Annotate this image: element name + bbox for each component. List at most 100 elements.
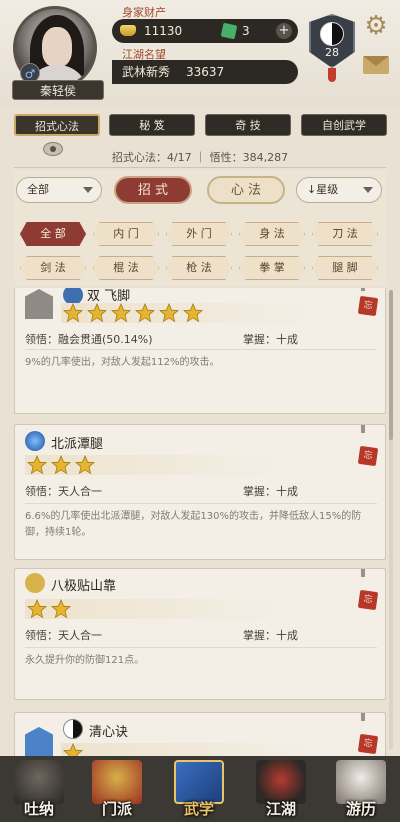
star-icon (111, 303, 131, 323)
nav-label: 门派 (101, 800, 132, 818)
skill-description: 9%的几率使出，对敌人发起112%的攻击。 (25, 357, 220, 368)
nav-travel[interactable]: 游历 (330, 760, 392, 818)
tassel-decoration (328, 68, 336, 82)
jade-icon (220, 22, 238, 40)
divider (14, 167, 386, 168)
star-rating (25, 599, 277, 619)
reputation-title: 武林新秀 (122, 65, 171, 79)
pin-decoration (361, 425, 365, 433)
tab-moves-methods[interactable]: 招式心法 (14, 114, 100, 136)
pin-decoration (361, 288, 365, 291)
chip-staff[interactable]: 棍 法 (93, 256, 159, 280)
mastery-text: 掌握：十成 (243, 629, 298, 642)
nav-label: 武学 (183, 800, 214, 818)
skill-card[interactable]: 北派潭腿 忘 领悟：天人合一 掌握：十成 6.6%的几率使出北派潭腿，对敌人发起… (14, 424, 386, 560)
star-icon (183, 303, 203, 323)
nav-martial-arts[interactable]: 武学 (168, 760, 230, 818)
skill-list[interactable]: 双 飞脚 忘 领悟：融会贯通(50.14%) 掌握：十成 9%的几率使出，对敌人… (14, 288, 386, 758)
assets-label: 身家财产 (122, 6, 166, 19)
skill-card[interactable]: 八极贴山靠 忘 领悟：天人合一 掌握：十成 永久提升你的防御121点。 (14, 568, 386, 700)
nav-label: 江湖 (265, 800, 296, 818)
skill-card[interactable]: 清心诀 忘 (14, 712, 386, 758)
star-icon (135, 303, 155, 323)
gold-amount: 11130 (144, 24, 183, 38)
nav-label: 游历 (345, 800, 376, 818)
star-icon (87, 303, 107, 323)
pin-decoration (361, 569, 365, 577)
tab-secret-manuals[interactable]: 秘 笈 (109, 114, 195, 136)
methods-type-button[interactable]: 心 法 (207, 176, 285, 204)
gear-icon[interactable]: ⚙ (362, 12, 390, 40)
chevron-down-icon (363, 187, 373, 193)
yin-yang-icon (320, 22, 344, 46)
tab-special-skills[interactable]: 奇 技 (205, 114, 291, 136)
star-icon (27, 455, 47, 475)
moves-type-button[interactable]: 招 式 (114, 176, 192, 204)
skill-stats: 招式心法：4/17 ｜ 悟性：384,287 (111, 151, 289, 164)
gold-ingot-icon (120, 25, 136, 36)
nav-sect[interactable]: 门派 (86, 760, 148, 818)
star-rating (25, 455, 277, 475)
chip-leg-kick[interactable]: 腿 脚 (312, 256, 378, 280)
skill-type-icon (25, 431, 45, 451)
chip-saber[interactable]: 刀 法 (312, 222, 378, 246)
chip-sword[interactable]: 剑 法 (20, 256, 86, 280)
nav-jianghu[interactable]: 江湖 (250, 760, 312, 818)
skill-name: 双 飞脚 (87, 289, 131, 304)
tab-custom-martial-arts[interactable]: 自创武学 (301, 114, 387, 136)
sort-select-value: ↓星级 (307, 183, 339, 196)
mail-icon[interactable] (363, 56, 389, 74)
skill-name: 北派潭腿 (51, 437, 104, 452)
player-name: 秦轻侯 (12, 80, 104, 100)
star-rating (61, 303, 313, 323)
comprehension-text: 领悟：天人合一 (25, 629, 102, 642)
chip-fist-palm[interactable]: 拳 掌 (239, 256, 305, 280)
star-icon (75, 455, 95, 475)
skill-type-icon (25, 573, 45, 593)
chip-spear[interactable]: 枪 法 (166, 256, 232, 280)
star-icon (63, 303, 83, 323)
card-divider (25, 503, 377, 504)
scope-select[interactable]: 全部 (16, 177, 102, 203)
reputation-bar: 武林新秀 33637 (112, 60, 298, 84)
star-icon (27, 599, 47, 619)
sort-select[interactable]: ↓星级 (296, 177, 382, 203)
card-divider (25, 647, 377, 648)
nav-breathing[interactable]: 吐纳 (8, 760, 70, 818)
upgrade-arrow-icon (25, 727, 53, 757)
reputation-value: 33637 (186, 65, 225, 79)
skill-card[interactable]: 双 飞脚 忘 领悟：融会贯通(50.14%) 掌握：十成 9%的几率使出，对敌人… (14, 288, 386, 414)
add-currency-button[interactable]: + (276, 23, 292, 39)
pin-decoration (361, 713, 365, 721)
nav-label: 吐纳 (23, 800, 54, 818)
scope-select-value: 全部 (27, 183, 49, 196)
forget-seal-button[interactable]: 忘 (357, 295, 379, 317)
skill-description: 永久提升你的防御121点。 (25, 655, 145, 666)
chip-movement[interactable]: 身 法 (239, 222, 305, 246)
scrollbar-thumb[interactable] (389, 290, 393, 440)
player-level: 28 (325, 46, 339, 59)
jade-amount: 3 (242, 24, 250, 38)
star-icon (159, 303, 179, 323)
forget-seal-button[interactable]: 忘 (357, 589, 379, 611)
comprehension-text: 领悟：融会贯通(50.14%) (25, 333, 153, 346)
skill-name: 清心诀 (89, 725, 129, 740)
yin-yang-icon (63, 719, 83, 739)
skill-description: 6.6%的几率使出北派潭腿，对敌人发起130%的攻击，并降低敌人15%的防御，持… (25, 511, 362, 538)
card-divider (25, 349, 377, 350)
chip-inner-school[interactable]: 内 门 (93, 222, 159, 246)
upgrade-arrow-icon (25, 289, 53, 319)
forget-seal-button[interactable]: 忘 (357, 733, 379, 755)
mastery-text: 掌握：十成 (243, 485, 298, 498)
chevron-down-icon (83, 187, 93, 193)
avatar-face (42, 27, 72, 67)
forget-seal-button[interactable]: 忘 (357, 445, 379, 467)
chip-all[interactable]: 全 部 (20, 222, 86, 246)
chip-outer-school[interactable]: 外 门 (166, 222, 232, 246)
star-icon (51, 455, 71, 475)
skill-name: 八极贴山靠 (51, 579, 117, 594)
comprehension-text: 领悟：天人合一 (25, 485, 102, 498)
star-icon (51, 599, 71, 619)
resource-bar: 11130 3 + (112, 19, 298, 43)
mastery-text: 掌握：十成 (243, 333, 298, 346)
